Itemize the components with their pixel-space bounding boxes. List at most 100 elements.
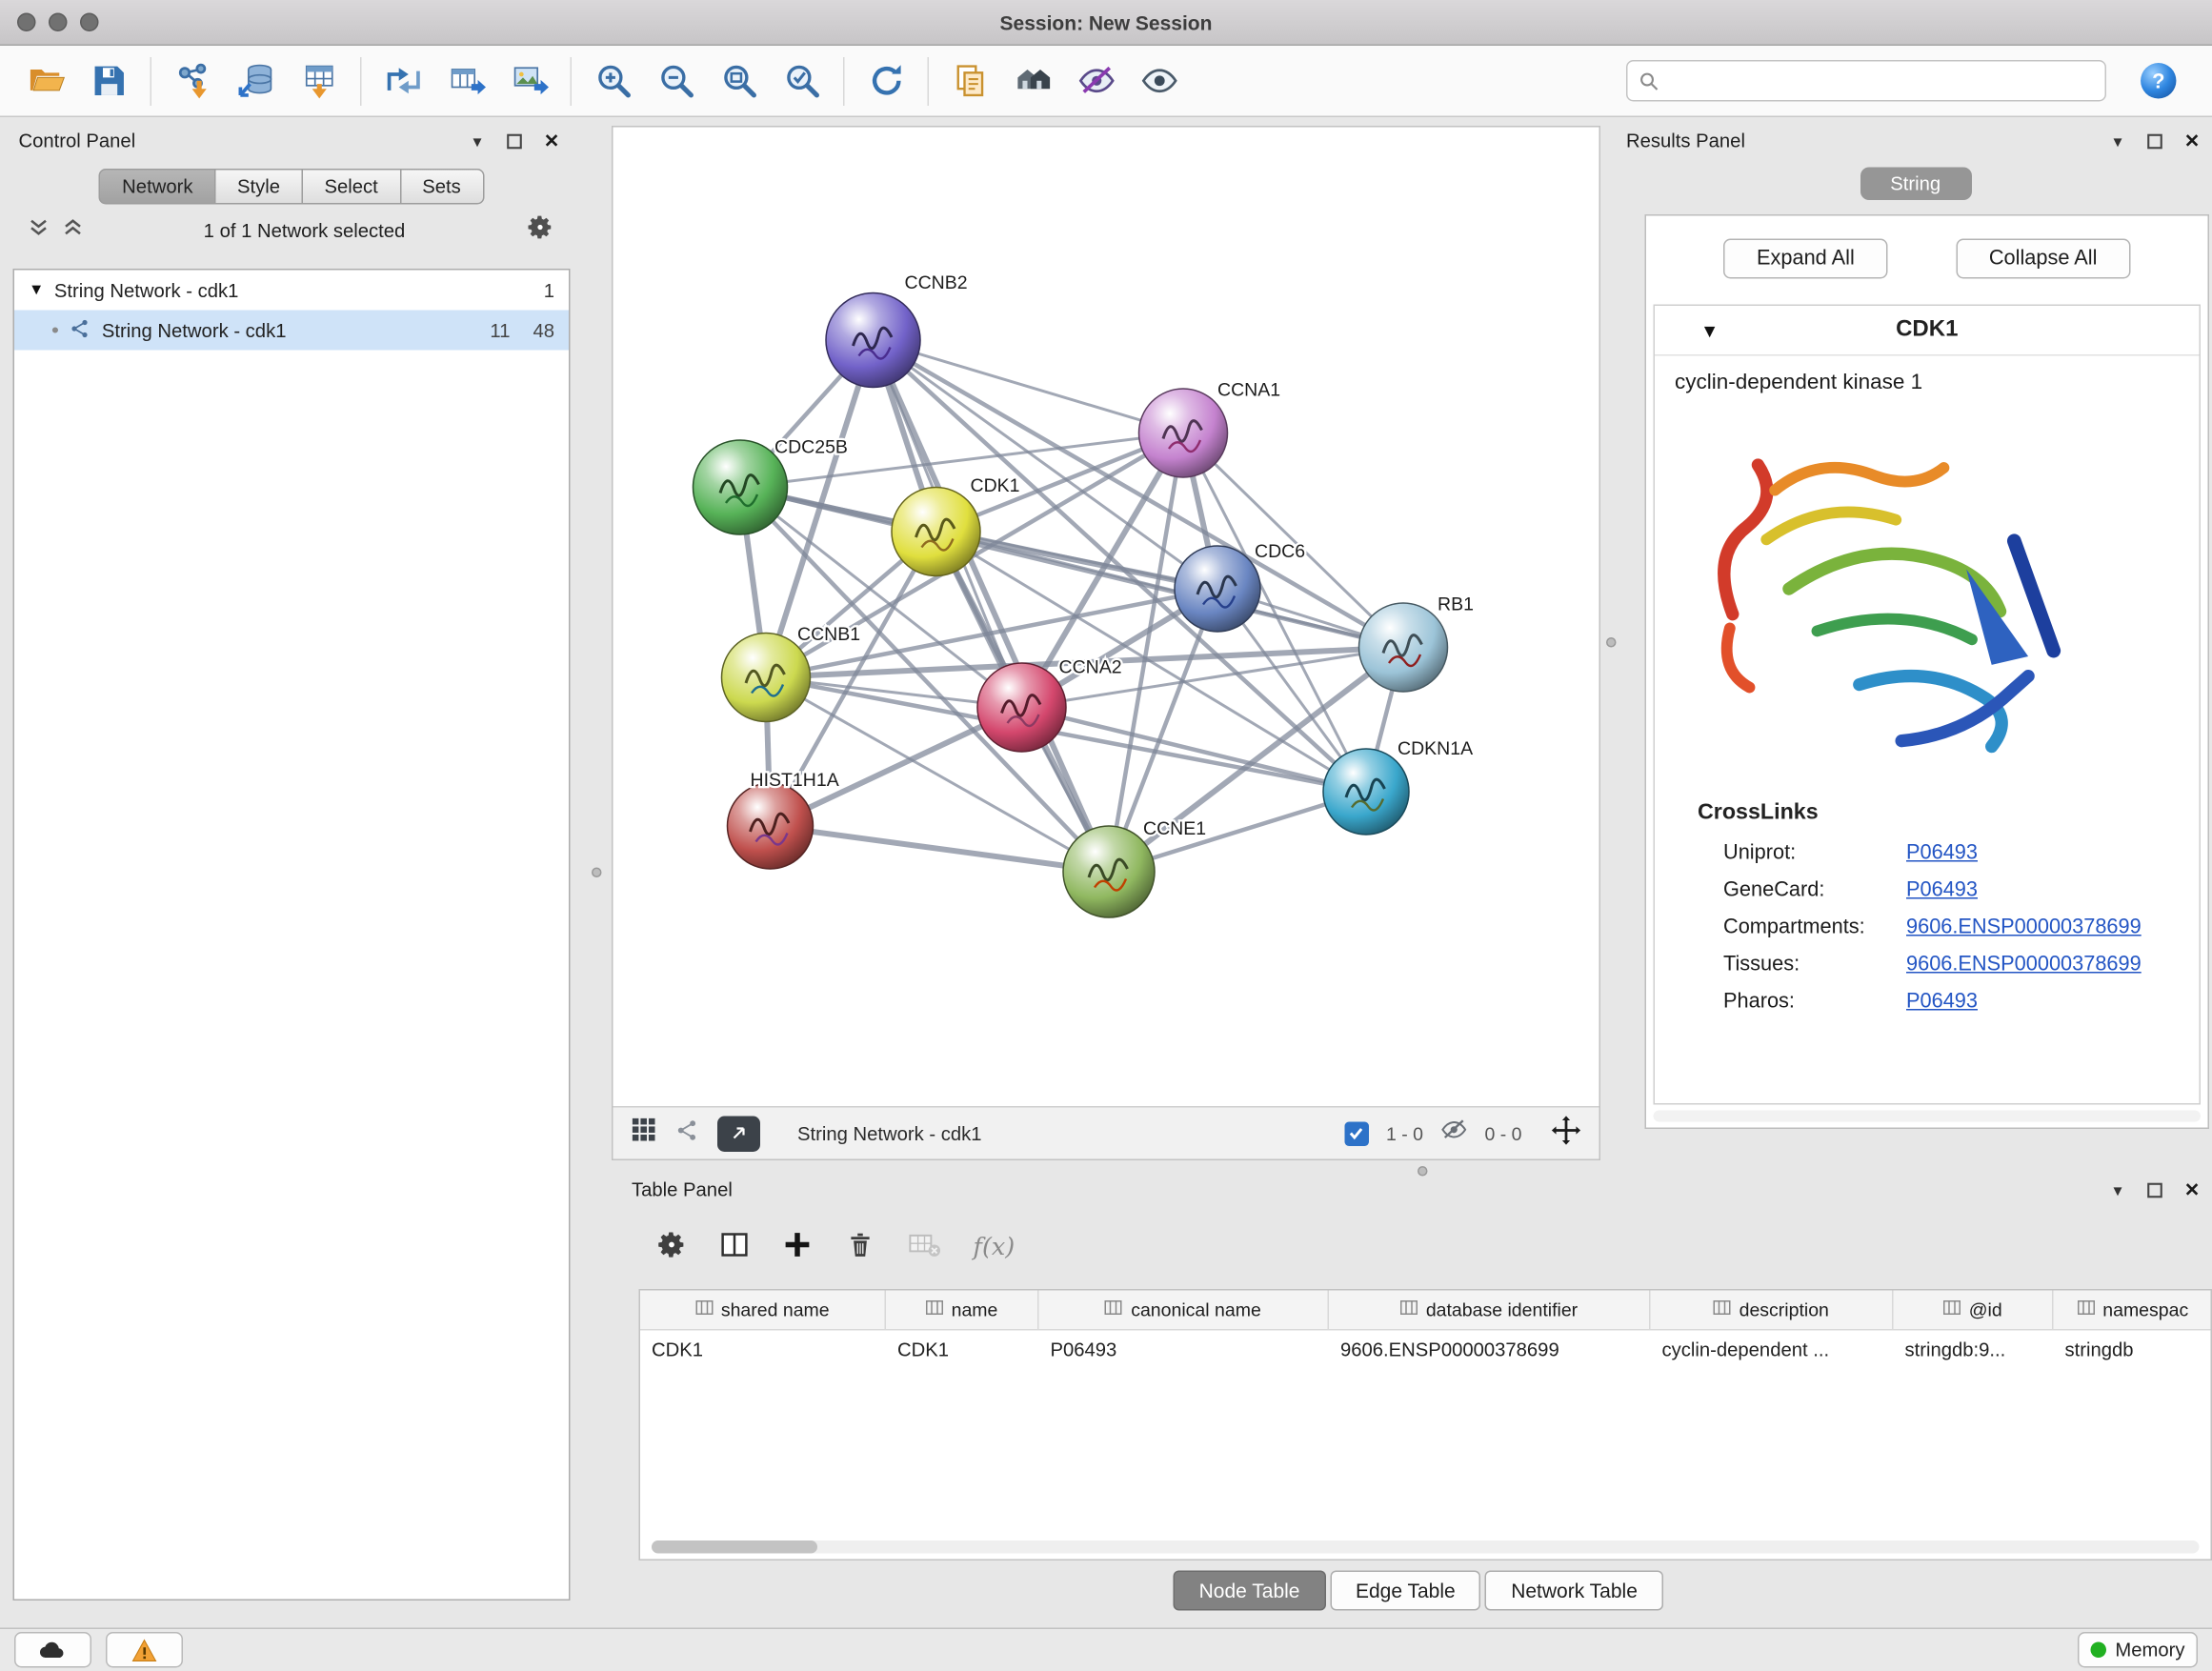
warnings-button[interactable] <box>106 1633 183 1669</box>
network-node-CCNE1[interactable]: CCNE1 <box>1063 818 1206 917</box>
window-close-button[interactable] <box>17 13 36 32</box>
panel-float-icon[interactable] <box>2142 130 2168 152</box>
export-network-button[interactable] <box>372 52 434 110</box>
table-column-header[interactable]: @id <box>1894 1291 2054 1330</box>
tab-network[interactable]: Network <box>99 169 215 205</box>
zoom-fit-content-button[interactable] <box>708 52 771 110</box>
tree-disclosure-icon[interactable]: ▼ <box>29 282 44 299</box>
network-icon[interactable] <box>674 1117 700 1150</box>
save-session-button[interactable] <box>77 52 140 110</box>
table-column-header[interactable]: canonical name <box>1039 1291 1330 1330</box>
table-cell[interactable]: CDK1 <box>886 1331 1039 1370</box>
tab-select[interactable]: Select <box>301 169 400 205</box>
expand-all-networks-icon[interactable] <box>63 216 83 244</box>
panel-close-icon[interactable]: ✕ <box>539 130 565 152</box>
entry-disclosure-icon[interactable]: ▼ <box>1700 319 1719 341</box>
memory-button[interactable]: Memory <box>2078 1633 2198 1669</box>
pan-crosshair-icon[interactable] <box>1551 1114 1582 1153</box>
hide-graphics-details-button[interactable] <box>1065 52 1128 110</box>
crosslink-link[interactable]: 9606.ENSP00000378699 <box>1906 916 2142 939</box>
show-columns-icon[interactable] <box>719 1228 751 1267</box>
zoom-in-button[interactable] <box>582 52 645 110</box>
panel-float-icon[interactable] <box>2142 1178 2168 1201</box>
table-column-header[interactable]: namespac <box>2054 1291 2212 1330</box>
table-cell[interactable]: P06493 <box>1039 1331 1330 1370</box>
import-table-button[interactable] <box>288 52 351 110</box>
table-cell[interactable]: cyclin-dependent ... <box>1651 1331 1894 1370</box>
table-cell[interactable]: stringdb <box>2054 1331 2212 1370</box>
network-node-CCNA1[interactable]: CCNA1 <box>1139 380 1281 477</box>
selected-checkbox-icon[interactable] <box>1344 1121 1369 1146</box>
export-table-button[interactable] <box>434 52 497 110</box>
tab-sets[interactable]: Sets <box>399 169 484 205</box>
crosslink-link[interactable]: P06493 <box>1906 991 1978 1014</box>
return-to-home-button[interactable] <box>1002 52 1065 110</box>
import-network-from-file-button[interactable] <box>162 52 225 110</box>
table-column-header[interactable]: description <box>1651 1291 1894 1330</box>
table-horizontal-scrollbar[interactable] <box>652 1540 2200 1554</box>
table-cell[interactable]: stringdb:9... <box>1894 1331 2054 1370</box>
expand-all-button[interactable]: Expand All <box>1724 239 1888 279</box>
delete-column-trash-icon[interactable] <box>845 1228 876 1267</box>
panel-float-icon[interactable] <box>502 130 528 152</box>
add-column-plus-icon[interactable] <box>782 1228 814 1267</box>
table-column-header[interactable]: name <box>886 1291 1039 1330</box>
panel-menu-icon[interactable]: ▾ <box>465 130 491 152</box>
string-results-tab[interactable]: String <box>1860 168 1971 201</box>
panel-close-icon[interactable]: ✕ <box>2180 130 2205 152</box>
panel-menu-icon[interactable]: ▾ <box>2105 1178 2131 1201</box>
copy-to-clipboard-button[interactable] <box>939 52 1002 110</box>
import-network-from-database-button[interactable] <box>225 52 288 110</box>
table-row[interactable]: CDK1CDK1P064939606.ENSP00000378699cyclin… <box>640 1331 2211 1370</box>
crosslink-link[interactable]: 9606.ENSP00000378699 <box>1906 954 2142 976</box>
network-canvas[interactable]: CCNB2CCNA1CDC25BCDK1CDC6RB1CCNB1CCNA2CDK… <box>613 128 1599 1107</box>
search-input[interactable] <box>1668 69 2094 93</box>
zoom-out-button[interactable] <box>645 52 708 110</box>
window-zoom-button[interactable] <box>80 13 99 32</box>
table-column-header[interactable]: database identifier <box>1329 1291 1651 1330</box>
left-splitter-handle[interactable] <box>592 868 602 878</box>
export-image-button[interactable] <box>497 52 560 110</box>
grid-view-icon[interactable] <box>631 1117 658 1151</box>
zoom-selected-region-button[interactable] <box>771 52 834 110</box>
network-edge[interactable] <box>771 826 1110 872</box>
network-edge[interactable] <box>874 340 1184 433</box>
gear-icon[interactable] <box>526 212 554 249</box>
scrollbar-thumb[interactable] <box>652 1540 817 1554</box>
table-cell[interactable]: 9606.ENSP00000378699 <box>1329 1331 1651 1370</box>
collapse-all-button[interactable]: Collapse All <box>1956 239 2130 279</box>
network-row-selected[interactable]: • String Network - cdk1 11 48 <box>14 311 569 351</box>
tab-edge-table[interactable]: Edge Table <box>1330 1571 1481 1611</box>
network-node-CDK1[interactable]: CDK1 <box>892 475 1020 575</box>
network-edge[interactable] <box>874 340 1110 872</box>
refresh-view-button[interactable] <box>855 52 917 110</box>
crosslink-link[interactable]: P06493 <box>1906 879 1978 902</box>
table-column-header[interactable]: shared name <box>640 1291 886 1330</box>
window-minimize-button[interactable] <box>49 13 68 32</box>
table-cell[interactable]: CDK1 <box>640 1331 886 1370</box>
cdk1-entry-header[interactable]: ▼ CDK1 <box>1655 306 2200 356</box>
panel-menu-icon[interactable]: ▾ <box>2105 130 2131 152</box>
birdseye-view-button[interactable] <box>717 1116 760 1152</box>
tab-style[interactable]: Style <box>214 169 303 205</box>
cloud-status-button[interactable] <box>14 1633 91 1669</box>
right-splitter-handle[interactable] <box>1606 637 1617 648</box>
network-node-HIST1H1A[interactable]: HIST1H1A <box>728 770 839 869</box>
function-builder-fx-icon[interactable]: f(x) <box>974 1234 1016 1262</box>
network-node-CCNB2[interactable]: CCNB2 <box>826 272 968 388</box>
hidden-eye-icon[interactable] <box>1440 1117 1468 1151</box>
network-node-RB1[interactable]: RB1 <box>1359 594 1474 693</box>
network-collection-row[interactable]: ▼ String Network - cdk1 1 <box>14 271 569 311</box>
tab-network-table[interactable]: Network Table <box>1485 1571 1663 1611</box>
tab-node-table[interactable]: Node Table <box>1174 1571 1326 1611</box>
panel-close-icon[interactable]: ✕ <box>2180 1178 2205 1201</box>
open-session-button[interactable] <box>14 52 77 110</box>
show-graphics-details-button[interactable] <box>1128 52 1191 110</box>
network-node-CCNA2[interactable]: CCNA2 <box>977 657 1122 753</box>
collapse-all-networks-icon[interactable] <box>29 216 49 244</box>
export-table-icon <box>447 62 486 101</box>
results-horizontal-scrollbar[interactable] <box>1654 1111 2202 1122</box>
crosslink-link[interactable]: P06493 <box>1906 842 1978 865</box>
help-button[interactable]: ? <box>2126 52 2189 110</box>
table-settings-gear-icon[interactable] <box>656 1228 688 1267</box>
